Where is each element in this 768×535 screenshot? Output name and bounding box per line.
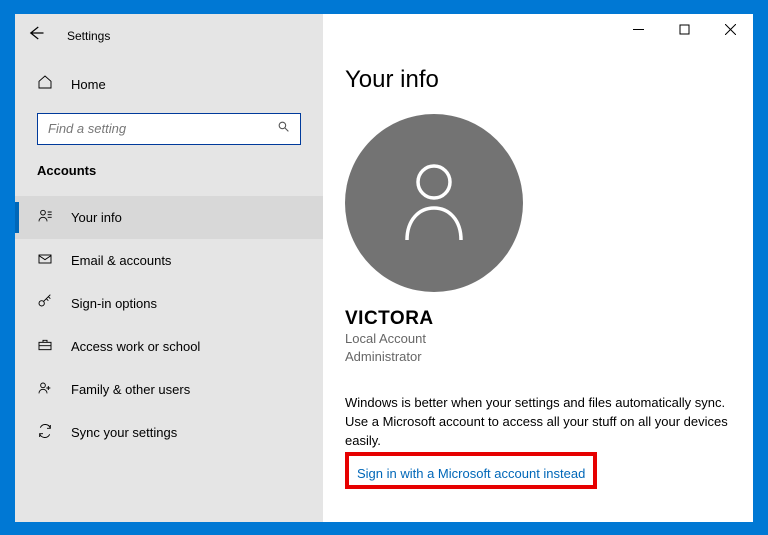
person-icon: [37, 208, 53, 227]
person-placeholder-icon: [399, 160, 469, 245]
highlight-annotation: Sign in with a Microsoft account instead: [345, 452, 597, 489]
sidebar-item-sync[interactable]: Sync your settings: [15, 411, 323, 454]
titlebar-left: Settings: [15, 14, 323, 58]
back-icon[interactable]: [27, 24, 45, 47]
sync-icon: [37, 423, 53, 442]
sidebar-item-email[interactable]: Email & accounts: [15, 239, 323, 282]
sidebar-item-label: Email & accounts: [71, 253, 171, 268]
search-input[interactable]: [48, 121, 277, 136]
home-button[interactable]: Home: [15, 64, 323, 105]
sidebar-item-family[interactable]: Family & other users: [15, 368, 323, 411]
app-title: Settings: [67, 29, 110, 43]
settings-window: Settings Home Accounts Your info E: [15, 14, 753, 522]
home-label: Home: [71, 77, 106, 92]
account-type: Local Account: [345, 330, 731, 348]
content-area: Your info VICTORA Local Account Administ…: [323, 14, 753, 510]
window-controls: [615, 14, 753, 46]
home-icon: [37, 74, 53, 95]
sidebar-item-label: Sync your settings: [71, 425, 177, 440]
key-icon: [37, 294, 53, 313]
mail-icon: [37, 251, 53, 270]
info-text: Windows is better when your settings and…: [345, 394, 731, 451]
main-panel: Your info VICTORA Local Account Administ…: [323, 14, 753, 522]
sidebar-item-work[interactable]: Access work or school: [15, 325, 323, 368]
sidebar-item-label: Sign-in options: [71, 296, 157, 311]
sidebar-item-label: Your info: [71, 210, 122, 225]
avatar: [345, 114, 523, 292]
page-title: Your info: [345, 66, 731, 94]
sidebar-item-label: Access work or school: [71, 339, 200, 354]
sidebar: Settings Home Accounts Your info E: [15, 14, 323, 522]
search-icon: [277, 120, 290, 138]
briefcase-icon: [37, 337, 53, 356]
section-header: Accounts: [15, 159, 323, 196]
sidebar-item-your-info[interactable]: Your info: [15, 196, 323, 239]
sidebar-item-signin[interactable]: Sign-in options: [15, 282, 323, 325]
minimize-button[interactable]: [615, 14, 661, 46]
search-input-wrapper[interactable]: [37, 113, 301, 145]
maximize-button[interactable]: [661, 14, 707, 46]
close-button[interactable]: [707, 14, 753, 46]
signin-microsoft-link[interactable]: Sign in with a Microsoft account instead: [349, 462, 593, 485]
username: VICTORA: [345, 308, 731, 330]
sidebar-item-label: Family & other users: [71, 382, 190, 397]
account-role: Administrator: [345, 348, 731, 366]
people-icon: [37, 380, 53, 399]
